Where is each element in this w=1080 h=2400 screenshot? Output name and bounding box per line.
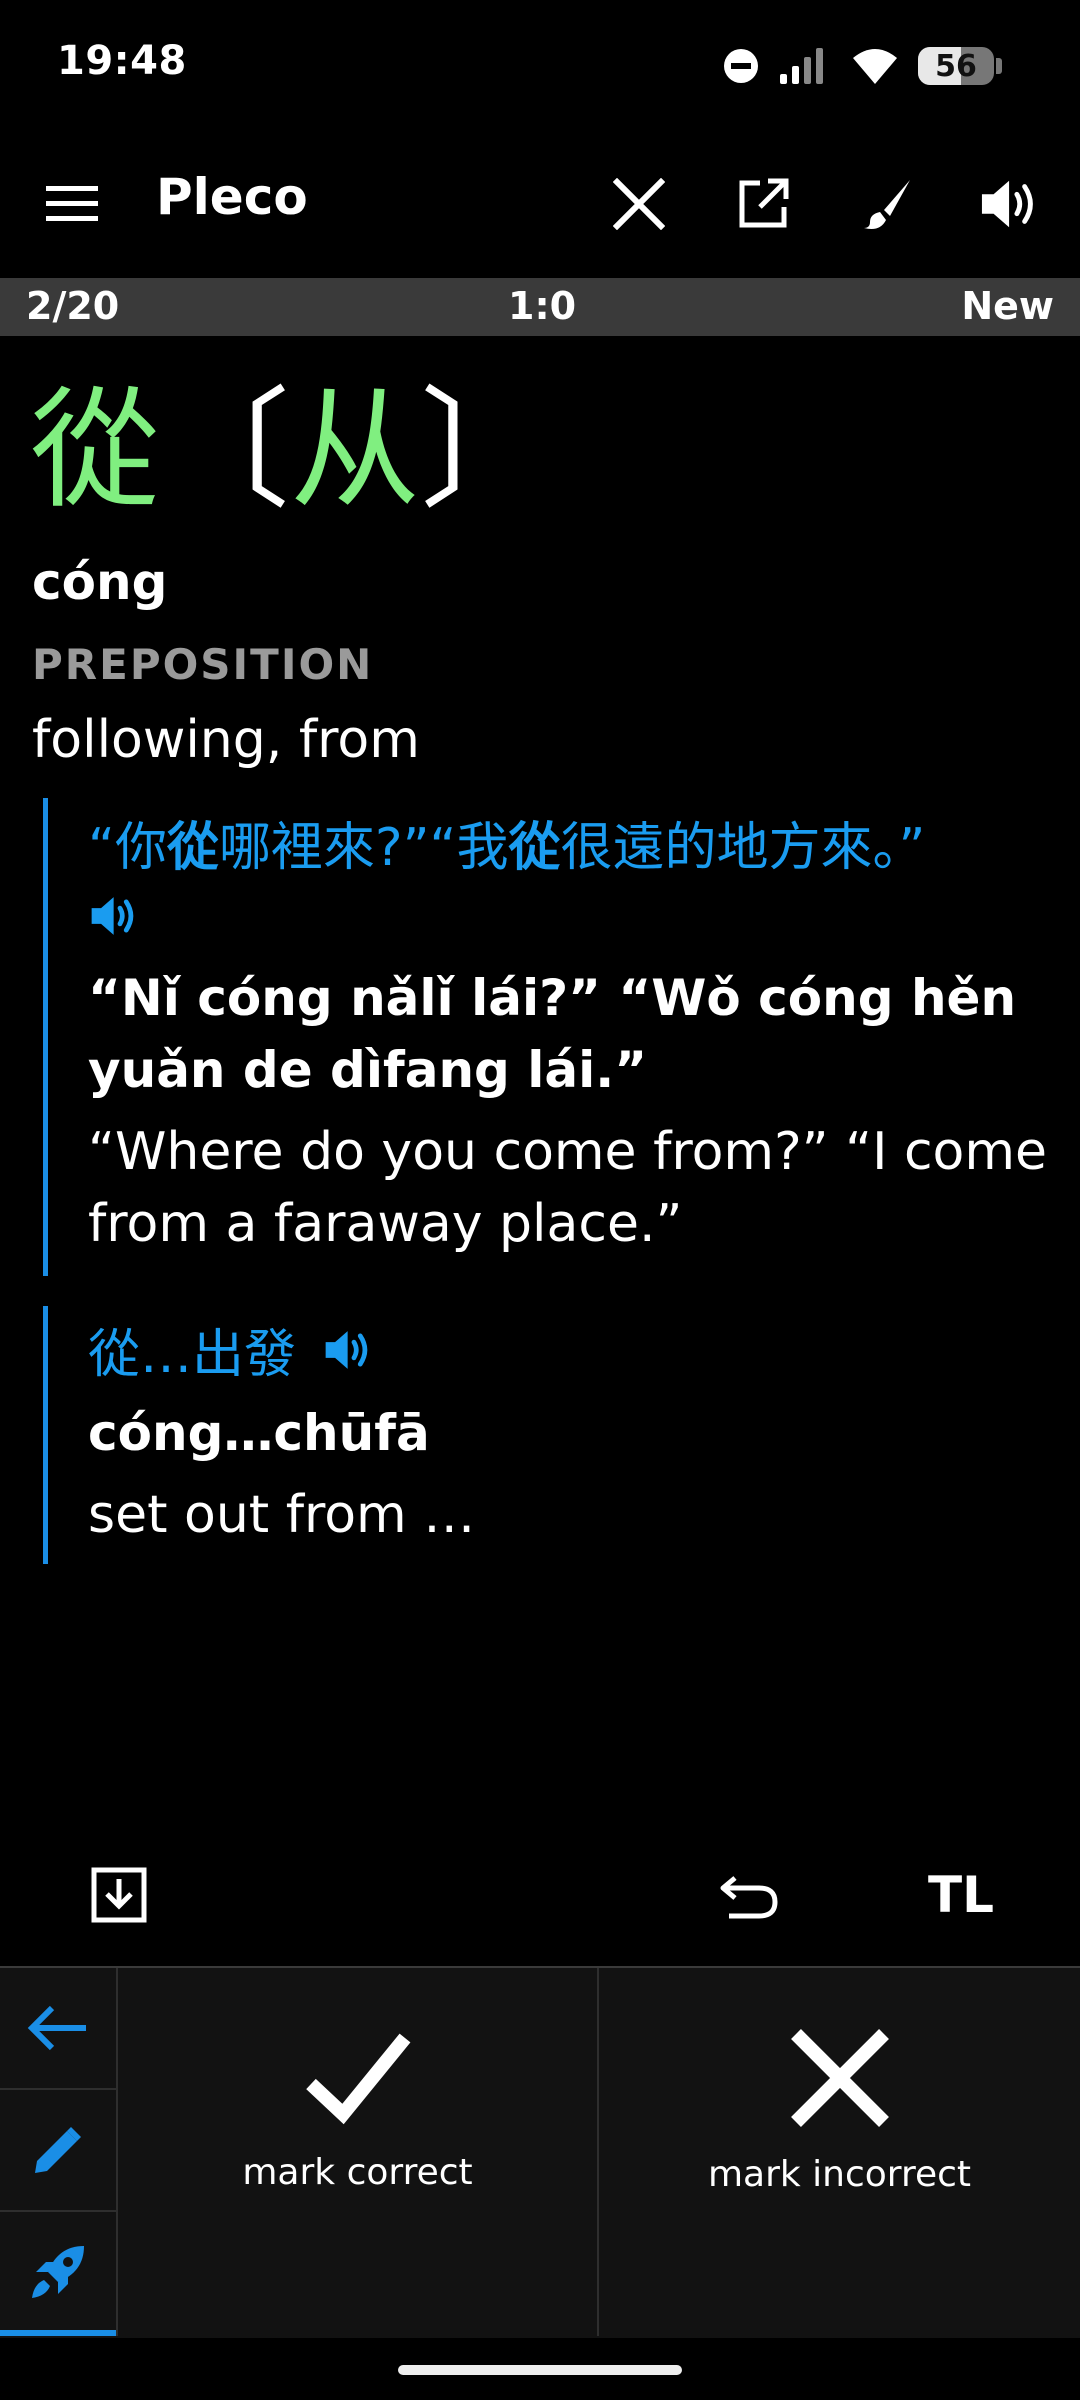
menu-button[interactable]: [40, 172, 104, 236]
headword: 從〔从〕: [30, 385, 550, 515]
example-py-part: “Nǐ: [88, 969, 198, 1027]
example-1: “你從哪裡來?”“我從很遠的地方來。” “Nǐ cóng nǎlǐ lái?” …: [88, 805, 1048, 1260]
mark-correct-label: mark correct: [242, 2152, 473, 2193]
example-cn-part: 很遠的地方來。”: [560, 818, 926, 878]
back-button[interactable]: [0, 1968, 116, 2090]
example-py-highlight: cóng: [197, 969, 333, 1027]
example-cn-part: 哪裡來?”“我: [218, 818, 509, 878]
part-of-speech: PREPOSITION: [32, 640, 374, 689]
example-bar: [43, 1306, 48, 1564]
menu-icon: [46, 186, 98, 221]
pencil-icon: [35, 2127, 81, 2173]
example-chinese[interactable]: 從…出發: [88, 1312, 296, 1387]
tl-button[interactable]: TL: [928, 1866, 994, 1924]
handwriting-button[interactable]: [856, 172, 920, 236]
card-count: 2/20: [26, 284, 120, 328]
status-icons: 56: [722, 36, 1002, 96]
example-pinyin: cóng…chūfā: [88, 1404, 430, 1462]
battery-cap: [996, 58, 1002, 74]
arrow-left-icon: [27, 2005, 86, 2051]
example-py-highlight: cóng: [758, 969, 894, 1027]
quick-mode-button[interactable]: [0, 2212, 116, 2332]
wifi-icon: [853, 49, 897, 84]
app-title: Pleco: [156, 168, 308, 226]
example-bar: [43, 798, 48, 1276]
bracket-open: 〔: [160, 374, 291, 526]
signal-icon: [780, 48, 823, 84]
definition: following, from: [32, 710, 420, 770]
mark-incorrect-button[interactable]: mark incorrect: [599, 1968, 1080, 2336]
close-icon: [613, 178, 665, 230]
undo-button[interactable]: [714, 1860, 784, 1930]
open-external-icon: [739, 178, 789, 228]
edit-button[interactable]: [0, 2090, 116, 2212]
example-2: 從…出發 cóng…chūfā set out from …: [88, 1312, 1048, 1551]
speaker-icon: [981, 180, 1033, 228]
speaker-icon[interactable]: [322, 1328, 378, 1372]
do-not-disturb-icon: [724, 49, 758, 83]
mark-incorrect-label: mark incorrect: [707, 2154, 972, 2195]
bracket-close: 〕: [420, 374, 551, 526]
speaker-icon: [91, 897, 134, 935]
active-indicator: [0, 2330, 116, 2336]
speaker-button[interactable]: [980, 172, 1044, 236]
example-cn-part: “你: [88, 818, 167, 878]
headword-traditional: 從: [30, 374, 161, 526]
example-english: “Where do you come from?” “I come from a…: [88, 1122, 1048, 1254]
cross-icon: [790, 2029, 889, 2127]
example-pinyin: “Nǐ cóng nǎlǐ lái?” “Wǒ cóng hěn yuǎn de…: [88, 962, 1048, 1106]
example-cn-highlight: 從: [508, 818, 561, 878]
rocket-icon: [32, 2246, 84, 2298]
example-chinese[interactable]: “你從哪裡來?”“我從很遠的地方來。”: [88, 805, 1048, 880]
score: 1:0: [508, 284, 577, 328]
save-down-icon: [91, 1867, 147, 1923]
example-cn-highlight: 從: [166, 818, 219, 878]
status-time: 19:48: [57, 38, 187, 84]
example-audio-button[interactable]: [88, 894, 1048, 942]
save-button[interactable]: [84, 1860, 154, 1930]
headword-pinyin: cóng: [32, 553, 168, 611]
progress-strip: 2/20 1:0 New: [0, 278, 1080, 336]
mark-correct-button[interactable]: mark correct: [118, 1968, 597, 2336]
home-indicator[interactable]: [398, 2365, 682, 2375]
check-icon: [305, 2033, 410, 2125]
open-external-button[interactable]: [731, 172, 795, 236]
close-button[interactable]: [607, 172, 671, 236]
brush-icon: [864, 180, 910, 229]
example-english: set out from …: [88, 1485, 476, 1545]
battery-level: 56: [935, 48, 977, 84]
card-state: New: [961, 284, 1054, 328]
example-py-part: nǎlǐ lái?” “Wǒ: [332, 969, 759, 1027]
battery-indicator: 56: [918, 47, 994, 85]
undo-icon: [720, 1876, 778, 1919]
headword-simplified: 从: [290, 374, 421, 526]
